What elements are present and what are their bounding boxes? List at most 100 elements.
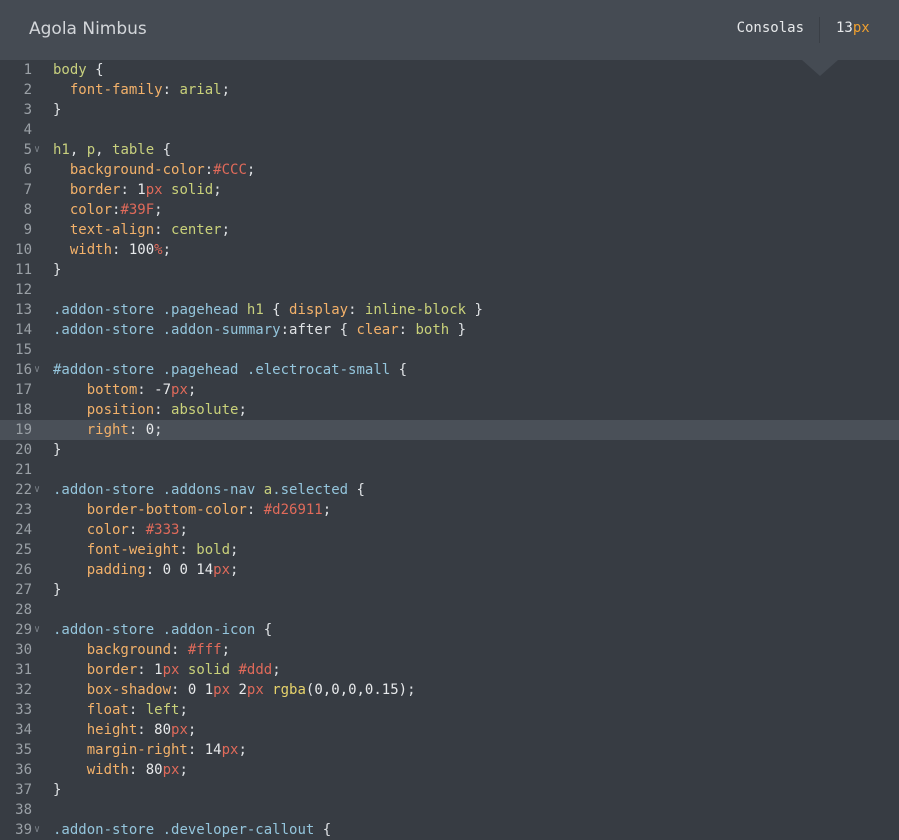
line-number: 14 [15, 322, 32, 338]
code-token: width [86, 762, 129, 778]
code-text: float: left; [53, 700, 188, 720]
code-token: ; [230, 542, 239, 558]
code-text: border-bottom-color: #d26911; [53, 500, 331, 520]
code-line[interactable]: 7 border: 1px solid; [0, 180, 899, 200]
code-token: background [86, 642, 172, 658]
code-line[interactable]: 29 ∨ .addon-store .addon-icon { [0, 620, 899, 640]
code-line[interactable]: 33 float: left; [0, 700, 899, 720]
code-token: px [171, 382, 188, 398]
code-token: px [171, 722, 188, 738]
code-token: background-color [69, 162, 205, 178]
code-line[interactable]: 26 padding: 0 0 14px; [0, 560, 899, 580]
line-number: 1 [23, 62, 32, 78]
code-line[interactable]: 25 font-weight: bold; [0, 540, 899, 560]
line-number: 7 [23, 182, 32, 198]
code-line[interactable]: 13 .addon-store .pagehead h1 { display: i… [0, 300, 899, 320]
code-line[interactable]: 11} [0, 260, 899, 280]
line-number: 10 [15, 242, 32, 258]
line-number: 35 [15, 742, 32, 758]
code-token: .addon-summary [162, 322, 281, 338]
code-line[interactable]: 23 border-bottom-color: #d26911; [0, 500, 899, 520]
line-number: 21 [15, 462, 32, 478]
line-number: 36 [15, 762, 32, 778]
fold-chevron-icon[interactable]: ∨ [34, 620, 40, 640]
font-family-selector[interactable]: Consolas [737, 20, 804, 36]
fold-chevron-icon[interactable]: ∨ [34, 820, 40, 840]
code-line[interactable]: 8 color:#39F; [0, 200, 899, 220]
fold-chevron-icon[interactable]: ∨ [34, 140, 40, 160]
code-token: .pagehead [162, 362, 239, 378]
fold-chevron-icon[interactable]: ∨ [34, 480, 40, 500]
code-line[interactable]: 32 box-shadow: 0 1px 2px rgba(0,0,0,0.15… [0, 680, 899, 700]
code-line[interactable]: 19 right: 0; [0, 420, 899, 440]
code-token: { [331, 322, 357, 338]
font-size-selector[interactable]: 13px [836, 20, 870, 36]
code-token: ; [187, 382, 197, 398]
code-line[interactable]: 4 [0, 120, 899, 140]
code-line[interactable]: 31 border: 1px solid #ddd; [0, 660, 899, 680]
code-token: : [112, 242, 129, 258]
code-line[interactable]: 10 width: 100%; [0, 240, 899, 260]
code-token: .developer-callout [162, 822, 315, 838]
fold-chevron-icon[interactable]: ∨ [34, 360, 40, 380]
code-line[interactable]: 18 position: absolute; [0, 400, 899, 420]
code-token: ; [238, 742, 247, 758]
line-number: 2 [23, 82, 32, 98]
code-token: : [246, 502, 264, 518]
code-line[interactable]: 36 width: 80px; [0, 760, 899, 780]
code-token: 0 1 [187, 682, 214, 698]
code-line[interactable]: 1 body { [0, 60, 899, 80]
code-token: (0,0,0,0.15) [305, 682, 408, 698]
code-token: : [171, 642, 188, 658]
code-token: border-bottom-color [86, 502, 247, 518]
code-line[interactable]: 17 bottom: -7px; [0, 380, 899, 400]
code-token: -7 [154, 382, 172, 398]
code-token: 0 0 14 [162, 562, 214, 578]
code-line[interactable]: 3} [0, 100, 899, 120]
code-text: border: 1px solid; [53, 180, 222, 200]
code-text: } [53, 780, 61, 800]
code-line[interactable]: 6 background-color:#CCC; [0, 160, 899, 180]
code-line[interactable]: 22 ∨ .addon-store .addons-nav a.selected { [0, 480, 899, 500]
code-line[interactable]: 30 background: #fff; [0, 640, 899, 660]
code-line[interactable]: 24 color: #333; [0, 520, 899, 540]
code-text: background-color:#CCC; [53, 160, 255, 180]
line-number: 18 [15, 402, 32, 418]
code-token: : [187, 742, 205, 758]
code-line[interactable]: 37} [0, 780, 899, 800]
code-line[interactable]: 21 [0, 460, 899, 480]
code-line[interactable]: 39 ∨ .addon-store .developer-callout { [0, 820, 899, 840]
code-token: solid [171, 182, 214, 198]
header-divider [819, 17, 820, 43]
code-line[interactable]: 9 text-align: center; [0, 220, 899, 240]
code-line[interactable]: 20} [0, 440, 899, 460]
code-token: .addon-store [53, 482, 155, 498]
code-line[interactable]: 16 ∨ #addon-store .pagehead .electrocat-sm… [0, 360, 899, 380]
code-token: } [53, 582, 62, 598]
code-token: : [204, 162, 214, 178]
code-line[interactable]: 5 ∨ h1, p, table { [0, 140, 899, 160]
code-line[interactable]: 34 height: 80px; [0, 720, 899, 740]
code-line[interactable]: 27} [0, 580, 899, 600]
code-line[interactable]: 14 .addon-store .addon-summary:after { cl… [0, 320, 899, 340]
code-line[interactable]: 2 font-family: arial; [0, 80, 899, 100]
code-token: padding [86, 562, 146, 578]
code-token: color [69, 202, 113, 218]
code-line[interactable]: 15 [0, 340, 899, 360]
code-line[interactable]: 12 [0, 280, 899, 300]
code-editor[interactable]: 1 body {2 font-family: arial; 3} 4 5 ∨ h1, p, … [0, 60, 899, 838]
code-line[interactable]: 38 [0, 800, 899, 820]
code-line[interactable]: 28 [0, 600, 899, 620]
line-number: 29 [15, 622, 32, 638]
code-token: font-family [69, 82, 163, 98]
code-token: % [154, 242, 163, 258]
code-line[interactable]: 35 margin-right: 14px; [0, 740, 899, 760]
theme-name[interactable]: Agola Nimbus [29, 19, 147, 39]
